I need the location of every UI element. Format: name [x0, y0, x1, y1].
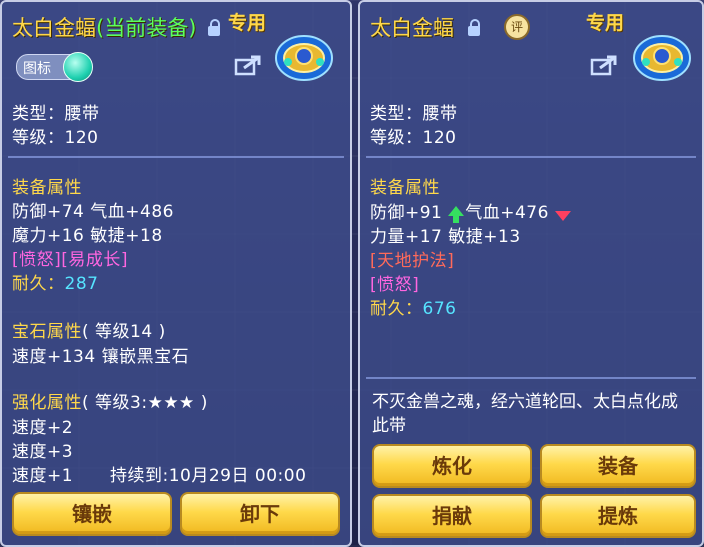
item-title: 太白金蝠 [370, 12, 454, 42]
divider [366, 156, 696, 158]
lock-icon[interactable] [468, 19, 480, 36]
inlay-button[interactable]: 镶嵌 [12, 492, 172, 536]
lock-icon[interactable] [208, 19, 220, 36]
belt-item-icon [275, 35, 333, 81]
share-icon[interactable] [590, 54, 618, 76]
equip-button[interactable]: 装备 [540, 444, 696, 488]
attr-line: 防御+74 气血+486 [12, 202, 174, 222]
divider [8, 156, 344, 158]
item-name: 太白金蝠 [370, 16, 454, 40]
item-name: 太白金蝠 [12, 16, 96, 40]
gem-heading: 宝石属性 [12, 322, 82, 342]
attr-line: 魔力+16 敏捷+18 [12, 226, 163, 246]
attr-line: 力量+17 敏捷+13 [370, 227, 521, 247]
current-equipped-tag: (当前装备) [96, 16, 197, 40]
enhance-line: 速度+2 [12, 418, 74, 438]
equip-attr-heading: 装备属性 [370, 178, 440, 198]
equip-attr-heading: 装备属性 [12, 178, 82, 198]
gem-level: ( 等级14 ) [82, 322, 166, 342]
equipped-item-panel: 太白金蝠(当前装备) 专用 图标 类型：腰带 等级：120 装备属性 防御+74… [0, 0, 352, 547]
item-tags: [愤怒][易成长] [12, 250, 129, 270]
rate-icon[interactable]: 评 [504, 14, 530, 40]
item-type: 类型：腰带 [370, 104, 458, 124]
attr-line: 防御+91 气血+476 [370, 198, 571, 223]
item-level: 等级：120 [370, 128, 457, 148]
gem-line: 速度+134 镶嵌黑宝石 [12, 347, 190, 367]
item-title: 太白金蝠(当前装备) [12, 12, 196, 42]
durability-label: 耐久： [12, 274, 65, 294]
toggle-knob[interactable] [63, 52, 93, 82]
special-skill-tag: [天地护法] [370, 251, 455, 271]
special-label: 专用 [586, 12, 625, 34]
enhance-line: 速度+3 [12, 442, 74, 462]
gem-attr-heading: 宝石属性( 等级14 ) [12, 317, 166, 342]
arrow-down-icon [554, 211, 571, 221]
durability: 耐久：287 [12, 269, 98, 294]
special-effect-tag: [愤怒] [370, 275, 420, 295]
durability-value: 287 [64, 274, 99, 294]
arrow-up-icon [448, 203, 465, 223]
durability-label: 耐久： [370, 299, 423, 319]
attr-defense: 防御+91 [370, 203, 443, 223]
share-icon[interactable] [234, 54, 262, 76]
enhance-heading: 强化属性 [12, 393, 82, 413]
extract-button[interactable]: 提炼 [540, 494, 696, 538]
enhance-attr-heading: 强化属性( 等级3:★★★ ) [12, 388, 208, 413]
item-level: 等级：120 [12, 128, 99, 148]
item-type: 类型：腰带 [12, 104, 100, 124]
compare-item-panel: 太白金蝠 评 专用 类型：腰带 等级：120 装备属性 防御+91 气血+476… [358, 0, 704, 547]
refine-button[interactable]: 炼化 [372, 444, 532, 488]
durability-value: 676 [422, 299, 457, 319]
enhance-duration: 持续到:10月29日 00:00 [110, 466, 307, 486]
enhance-line: 速度+1 [12, 466, 74, 486]
enhance-level: ( 等级3:★★★ ) [82, 393, 208, 413]
durability: 耐久：676 [370, 294, 456, 319]
belt-item-icon [633, 35, 691, 81]
icon-toggle[interactable]: 图标 [16, 52, 93, 82]
special-label: 专用 [228, 12, 267, 34]
icon-toggle-label: 图标 [23, 61, 51, 77]
donate-button[interactable]: 捐献 [372, 494, 532, 538]
item-description: 不灭金兽之魂，经六道轮回、太白点化成此带 [372, 392, 678, 436]
unequip-button[interactable]: 卸下 [180, 492, 340, 536]
divider [366, 377, 696, 379]
attr-hp: 气血+476 [465, 203, 549, 223]
